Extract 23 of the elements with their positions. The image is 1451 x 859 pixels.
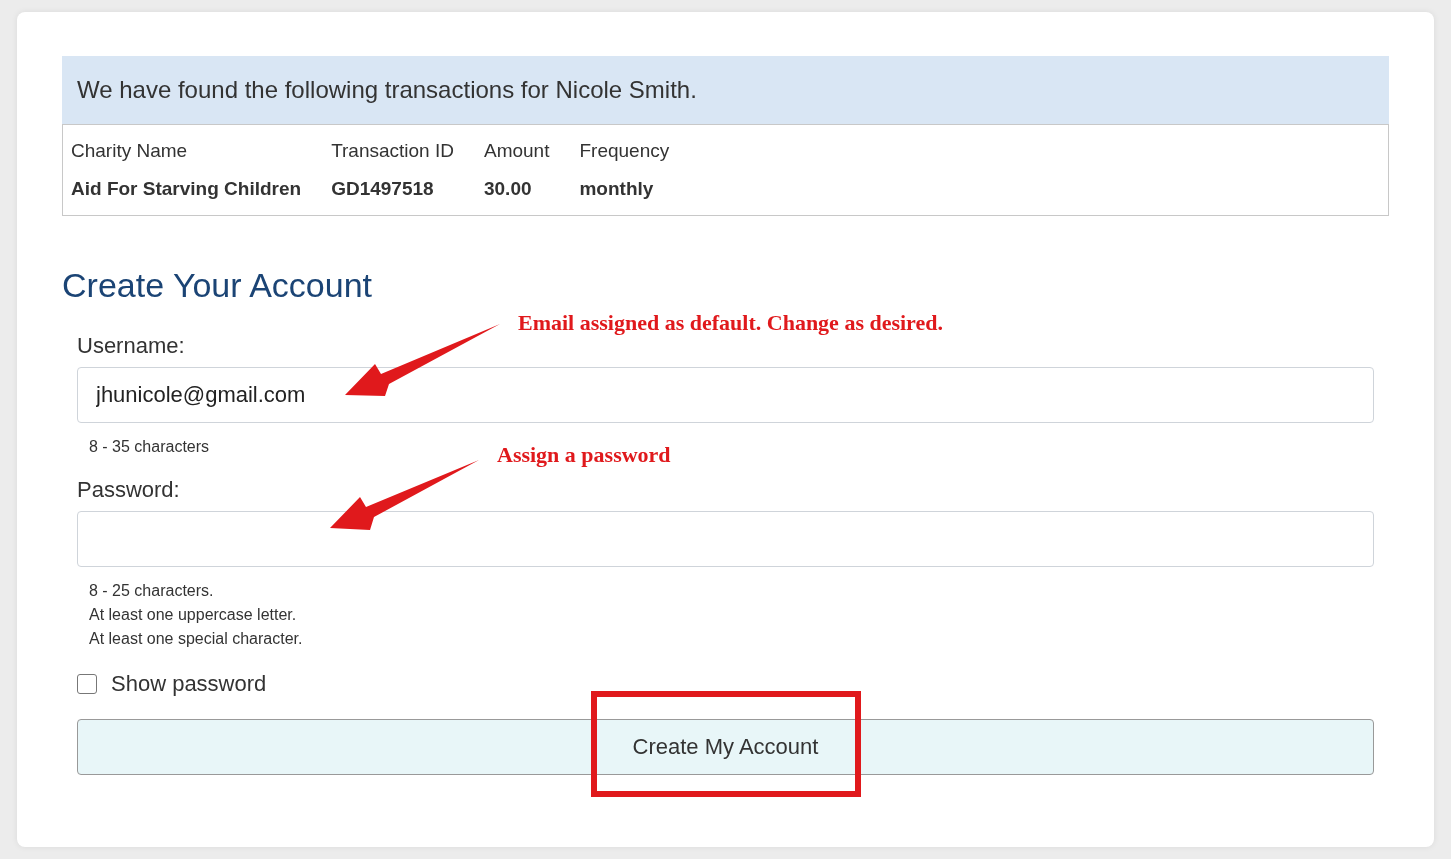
section-heading: Create Your Account <box>62 266 373 305</box>
table-cell-text: 30.00 <box>483 177 533 201</box>
input-field[interactable]: jhunicole@gmail.com <box>77 367 1374 423</box>
table-cell-text: monthly <box>579 177 655 201</box>
table-cell-text: GD1497518 <box>331 177 435 201</box>
annotation-text: Assign a password <box>497 442 671 468</box>
column-header: Transaction ID <box>331 139 454 163</box>
annotation-text: Email assigned as default. Change as desired. <box>518 310 943 336</box>
field-label: Password: <box>77 477 180 503</box>
hint-text: At least one special character. <box>89 629 303 649</box>
hint-text: 8 - 25 characters. <box>89 581 214 601</box>
column-header: Charity Name <box>71 139 189 163</box>
input-field[interactable] <box>77 511 1374 567</box>
banner-text: We have found the following transactions for Nicole Smith. <box>62 56 1389 124</box>
field-label: Username: <box>77 333 185 359</box>
hint-text: 8 - 35 characters <box>89 437 210 457</box>
create-account-button[interactable]: Create My Account <box>77 719 1374 775</box>
column-header: Frequency <box>579 139 670 163</box>
checkbox[interactable] <box>77 674 97 694</box>
hint-text: At least one uppercase letter. <box>89 605 297 625</box>
checkbox-label: Show password <box>111 671 267 697</box>
column-header: Amount <box>483 139 550 163</box>
table-cell-text: Aid For Starving Children <box>71 177 302 201</box>
